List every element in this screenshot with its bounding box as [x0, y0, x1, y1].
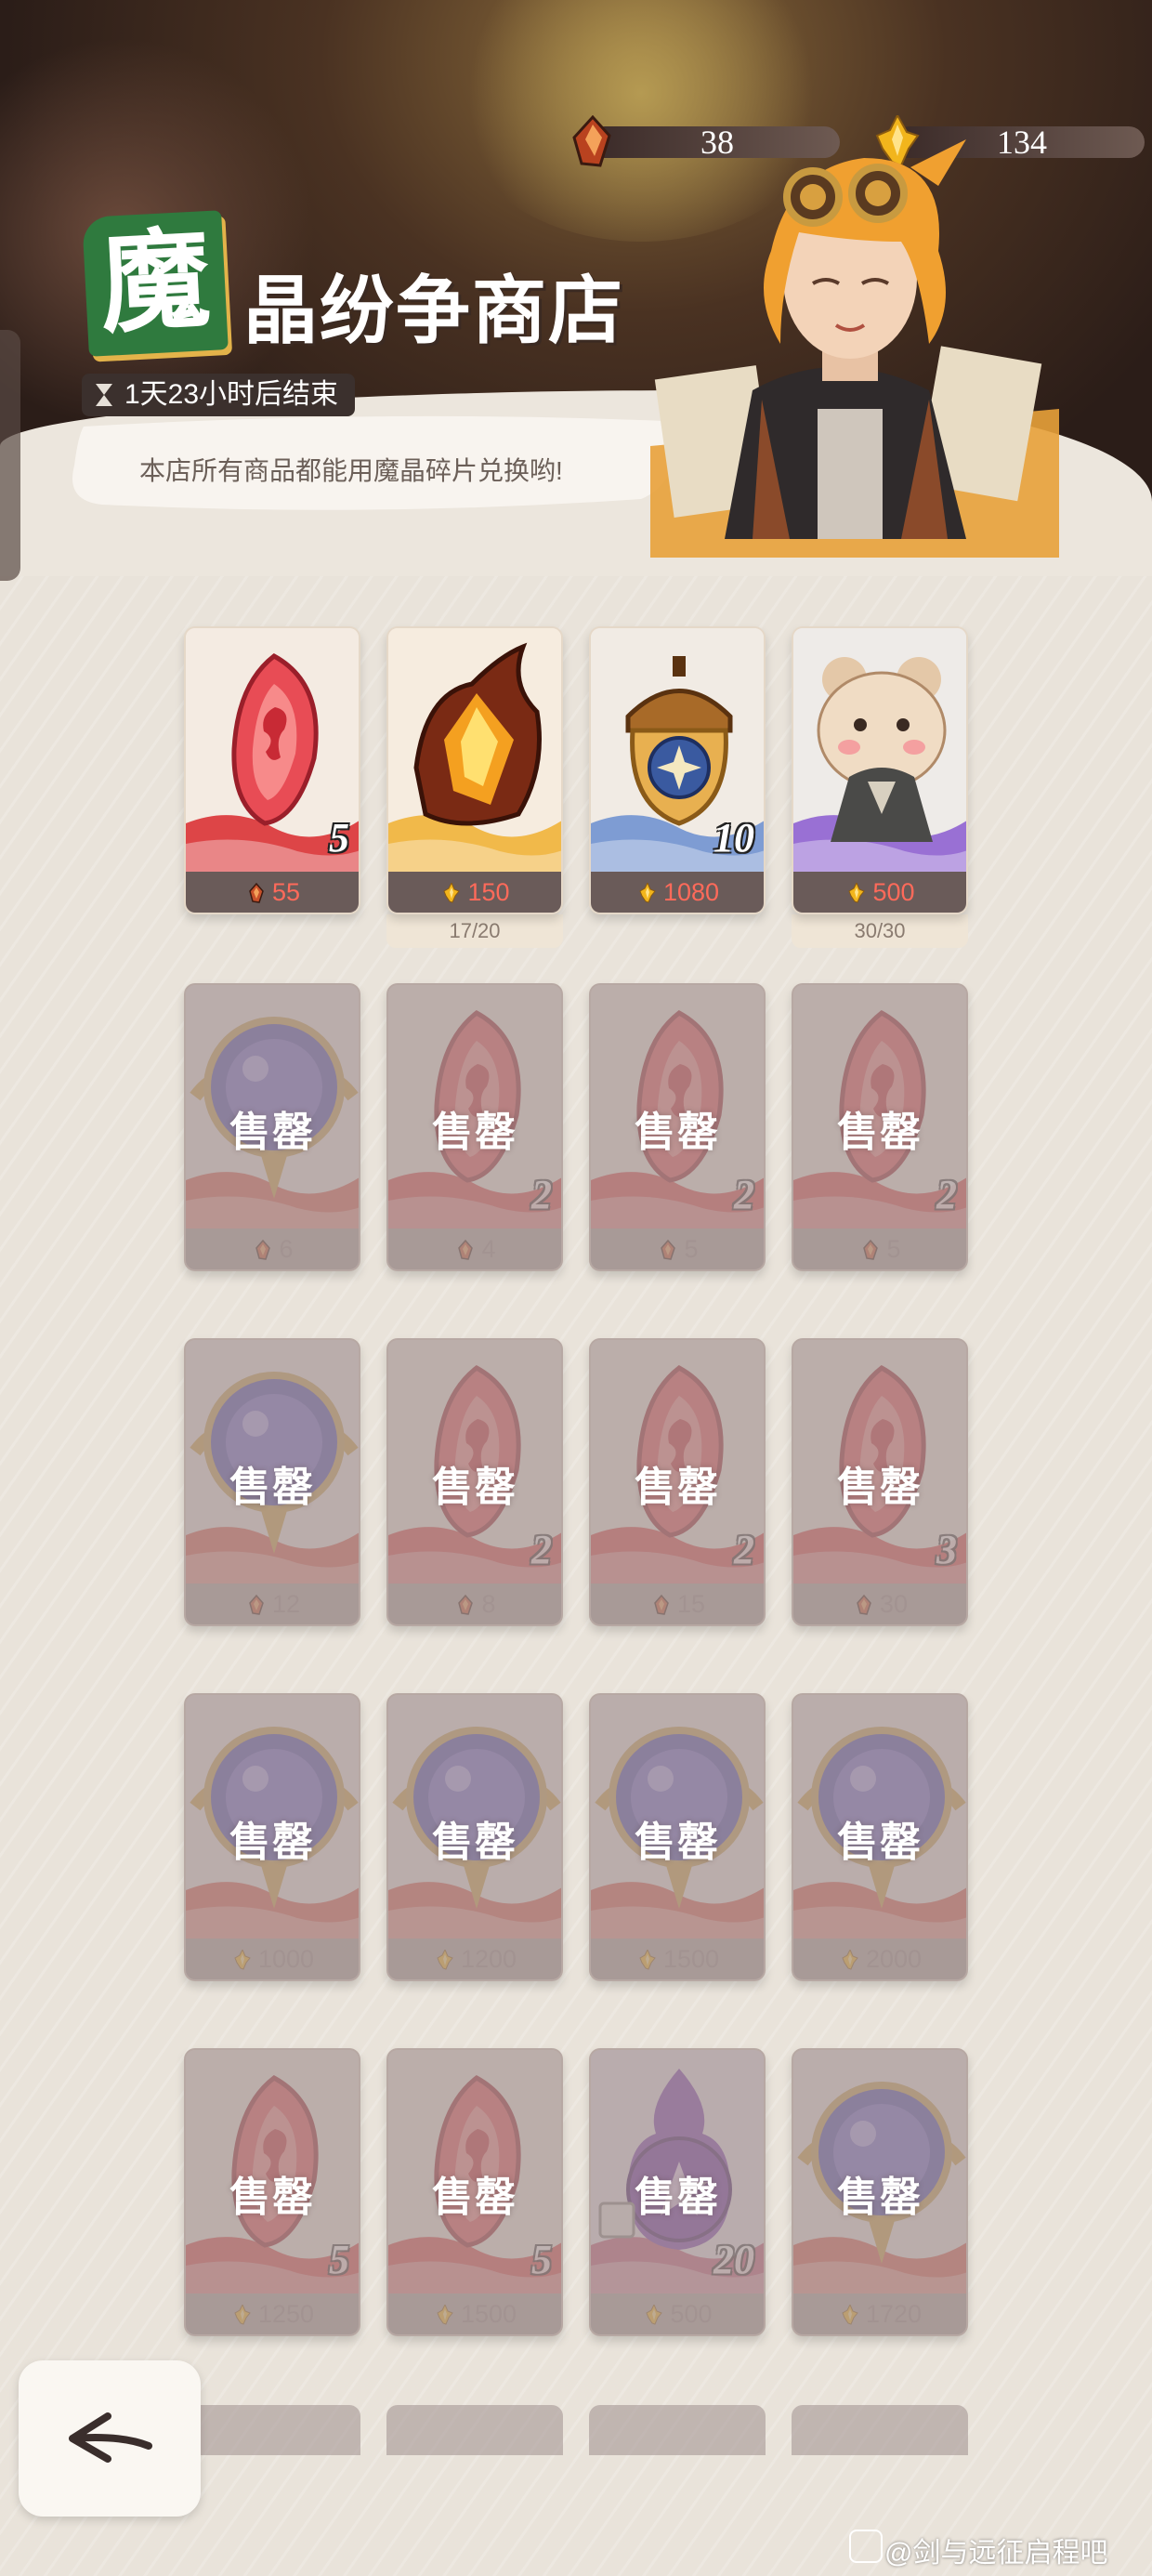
sold-out-label: 售罄 — [635, 1465, 720, 1510]
sold-out-label: 售罄 — [837, 1465, 923, 1510]
hourglass-icon — [96, 384, 112, 406]
shop-item-card[interactable]: 10 1080 — [589, 626, 766, 914]
item-frame: 500 — [792, 626, 968, 914]
shop-item-card[interactable]: 2 8 售罄 — [386, 1338, 563, 1626]
price-value: 55 — [271, 878, 301, 906]
shop-title: 晶纷争商店 — [243, 267, 624, 354]
item-price: 55 — [186, 872, 359, 913]
shop-item-card[interactable]: 5 55 — [184, 626, 360, 914]
gold-coin-icon — [443, 883, 461, 903]
item-price: 1080 — [591, 872, 764, 913]
sold-out-label: 售罄 — [432, 1110, 517, 1155]
sold-out-label: 售罄 — [635, 1110, 720, 1155]
shop-timer: 1天23小时后结束 — [82, 374, 356, 416]
item-quantity: 5 — [329, 815, 349, 861]
shop-item-card[interactable]: 30/30 500 — [792, 626, 968, 948]
sold-out-label: 售罄 — [229, 1465, 315, 1510]
shop-item-card-partial[interactable] — [184, 2405, 360, 2455]
shop-item-card[interactable]: 1500 售罄 — [589, 1693, 766, 1981]
shop-item-card-partial[interactable] — [589, 2405, 766, 2455]
shop-item-card[interactable]: 12 售罄 — [184, 1338, 360, 1626]
shop-item-card[interactable]: 20 500 售罄 — [589, 2048, 766, 2336]
side-drawer-handle[interactable] — [0, 330, 20, 581]
item-quantity: 10 — [713, 815, 754, 861]
sold-out-label: 售罄 — [635, 2175, 720, 2220]
shop-item-card[interactable]: 2 4 售罄 — [386, 983, 563, 1271]
shop-item-card[interactable]: 3 30 售罄 — [792, 1338, 968, 1626]
shop-item-card[interactable]: 5 1250 售罄 — [184, 2048, 360, 2336]
item-frame: 10 1080 — [589, 626, 766, 914]
item-frame: 5 55 — [184, 626, 360, 914]
shop-item-card-partial[interactable] — [386, 2405, 563, 2455]
sold-out-label: 售罄 — [837, 1820, 923, 1865]
shopkeeper-speech-bubble: 本店所有商品都能用魔晶碎片兑换哟! — [65, 414, 734, 516]
shop-item-card[interactable]: 2000 售罄 — [792, 1693, 968, 1981]
shopkeeper-portrait — [650, 139, 1059, 558]
gold-coin-icon — [639, 883, 656, 903]
sold-out-label: 售罄 — [837, 1110, 923, 1155]
sold-out-label: 售罄 — [229, 2175, 315, 2220]
shop-logo-badge: 魔 — [82, 210, 229, 357]
back-arrow-icon — [69, 2412, 152, 2463]
gold-coin-icon — [848, 883, 866, 903]
item-frame: 150 — [386, 626, 563, 914]
sold-out-label: 售罄 — [432, 2175, 517, 2220]
item-price: 500 — [793, 872, 966, 913]
sold-out-label: 售罄 — [432, 1820, 517, 1865]
shop-item-card[interactable]: 1000 售罄 — [184, 1693, 360, 1981]
sold-out-label: 售罄 — [229, 1110, 315, 1155]
shop-item-card[interactable]: 17/20 150 — [386, 626, 563, 948]
shop-item-card[interactable]: 1720 售罄 — [792, 2048, 968, 2336]
hamster-portrait-item-art — [793, 628, 966, 872]
speech-text: 本店所有商品都能用魔晶碎片兑换哟! — [139, 456, 563, 485]
shop-item-card[interactable]: 6 售罄 — [184, 983, 360, 1271]
price-value: 1080 — [662, 878, 720, 906]
shop-item-card[interactable]: 1200 售罄 — [386, 1693, 563, 1981]
price-value: 500 — [872, 878, 915, 906]
watermark: @剑与远征启程吧 — [884, 2538, 1108, 2569]
crystal-shard-icon — [249, 883, 264, 903]
shop-item-card[interactable]: 5 1500 售罄 — [386, 2048, 563, 2336]
crystal-shard-icon — [572, 115, 611, 167]
stock-remaining: 17/20 — [386, 914, 563, 948]
shop-item-card-partial[interactable] — [792, 2405, 968, 2455]
sold-out-label: 售罄 — [837, 2175, 923, 2220]
item-price: 150 — [388, 872, 561, 913]
back-button[interactable] — [19, 2360, 201, 2517]
sold-out-label: 售罄 — [432, 1465, 517, 1510]
shop-item-card[interactable]: 2 15 售罄 — [589, 1338, 766, 1626]
sold-out-label: 售罄 — [229, 1820, 315, 1865]
timer-label: 1天23小时后结束 — [124, 379, 339, 410]
shop-item-card[interactable]: 2 5 售罄 — [792, 983, 968, 1271]
price-value: 150 — [467, 878, 510, 906]
weibo-logo-icon — [849, 2530, 883, 2563]
shop-item-card[interactable]: 2 5 售罄 — [589, 983, 766, 1271]
stock-remaining: 30/30 — [792, 914, 968, 948]
flame-crystal-item-art — [388, 628, 561, 872]
sold-out-label: 售罄 — [635, 1820, 720, 1865]
